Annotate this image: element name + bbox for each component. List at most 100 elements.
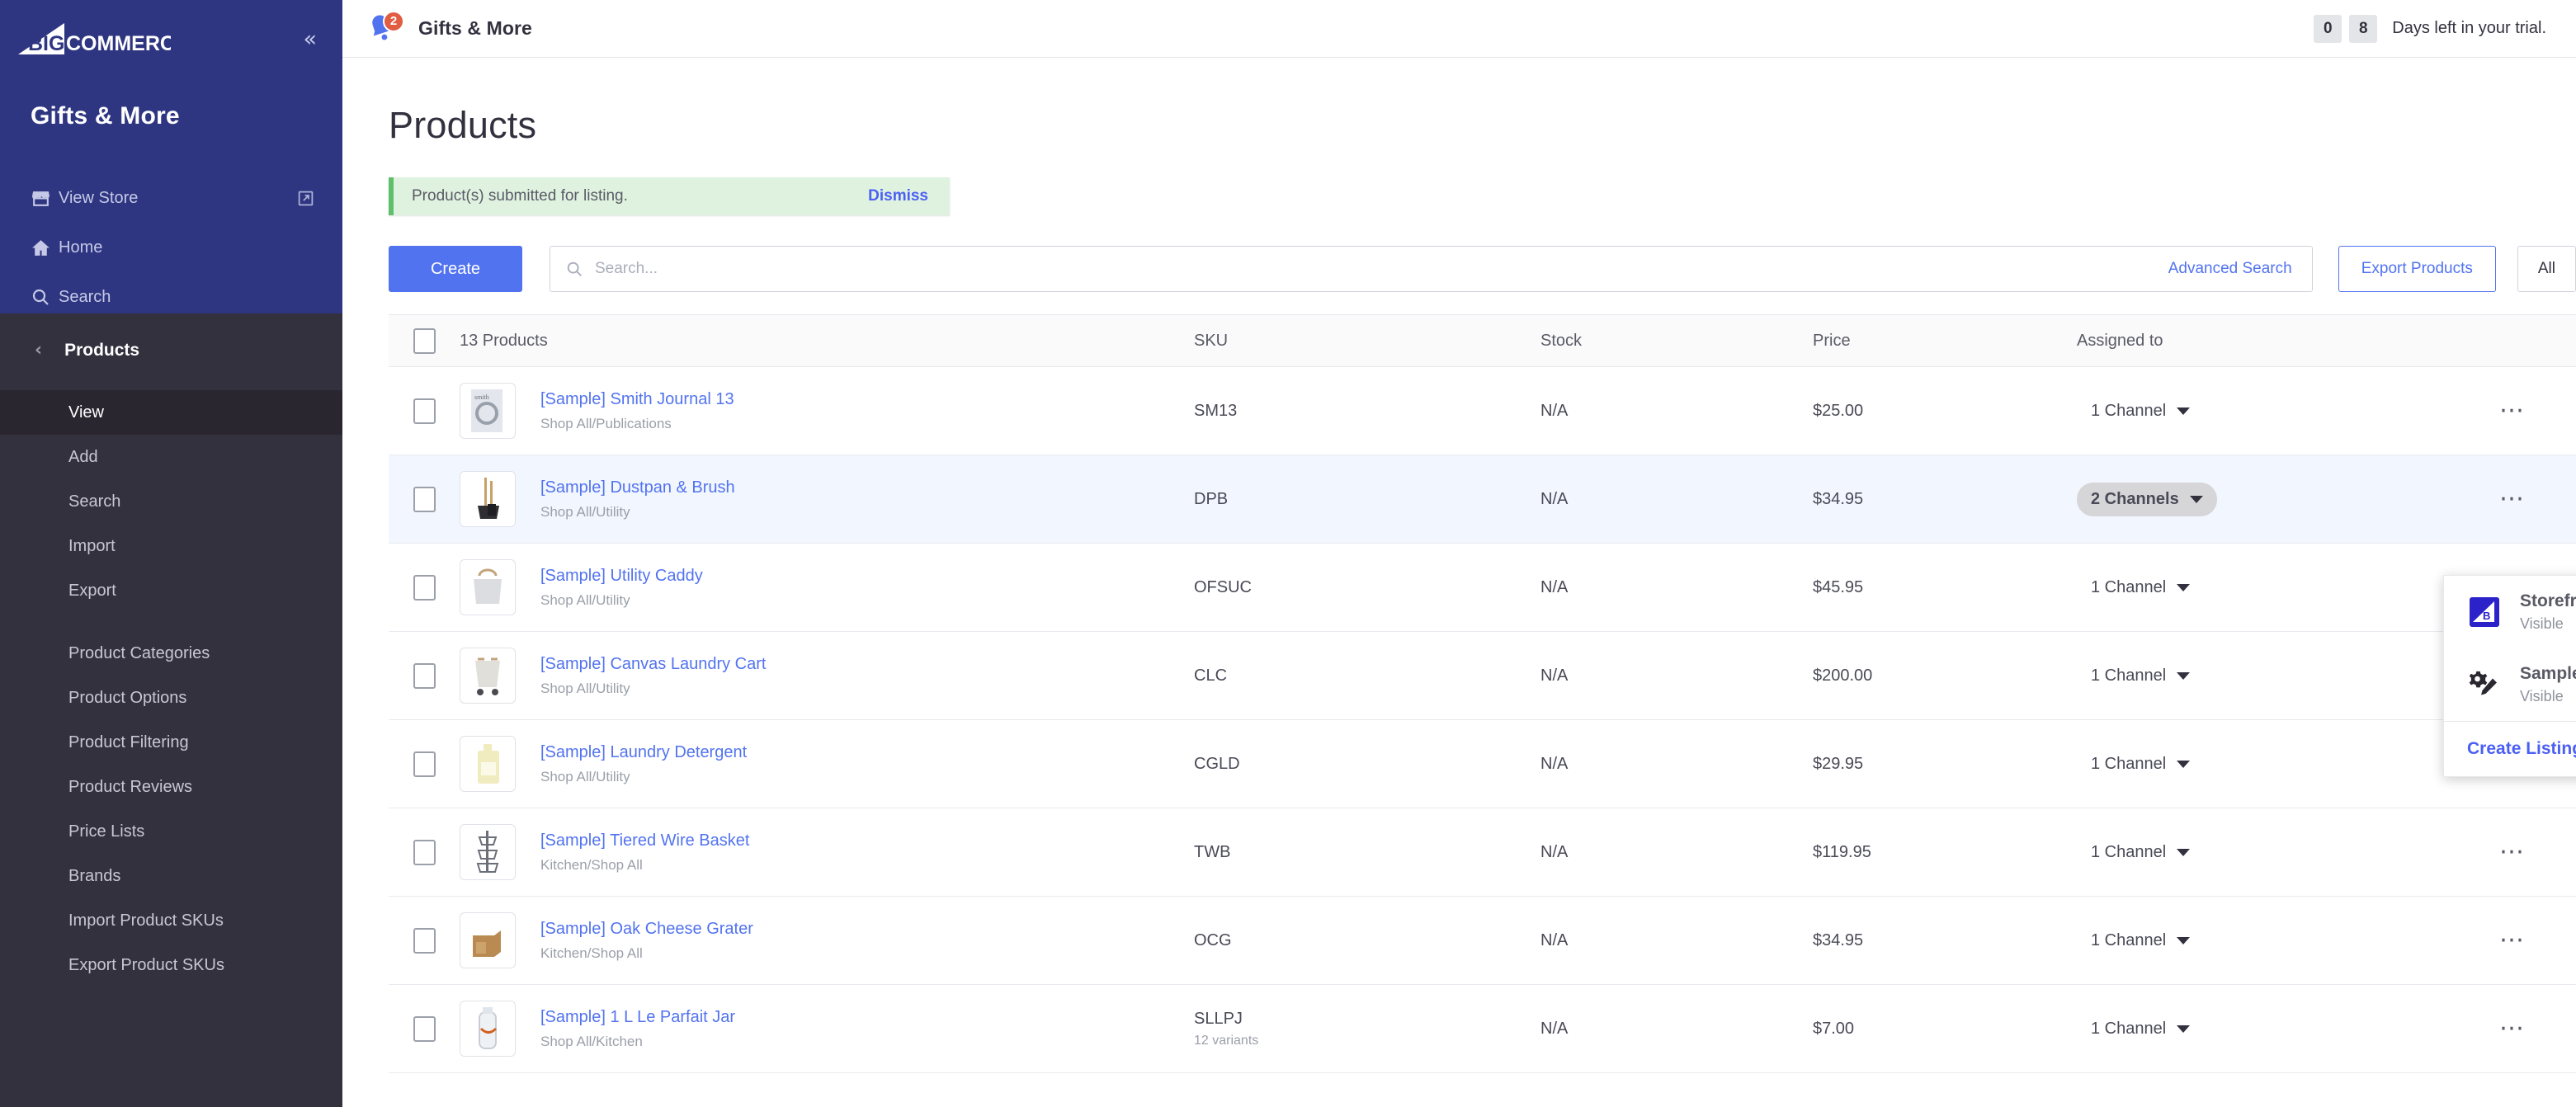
alert-dismiss-button[interactable]: Dismiss (868, 187, 928, 205)
sidebar-item-brands[interactable]: Brands (0, 854, 342, 898)
sidebar-item-view-store[interactable]: View Store (0, 173, 342, 223)
row-select-cell (389, 927, 460, 954)
row-actions-menu-icon[interactable]: ⋯ (2499, 487, 2526, 511)
product-name-link[interactable]: [Sample] Tiered Wire Basket (540, 831, 749, 851)
create-button[interactable]: Create (389, 246, 522, 292)
price-value: $25.00 (1813, 401, 1864, 420)
column-header-assigned-to: Assigned to (2077, 331, 2163, 350)
sidebar-collapse-icon[interactable]: « (300, 28, 318, 50)
channels-dropdown-toggle[interactable]: 1 Channel (2077, 571, 2204, 605)
dropdown-item-storefront[interactable]: B Storefront Visible (2444, 576, 2576, 648)
row-checkbox[interactable] (413, 486, 436, 512)
sidebar-item-export-product-skus[interactable]: Export Product SKUs (0, 943, 342, 987)
row-checkbox[interactable] (413, 662, 436, 689)
sku-cell: OFSUC (1194, 578, 1540, 597)
svg-text:BIG: BIG (28, 32, 64, 55)
row-checkbox[interactable] (413, 574, 436, 601)
sidebar-subnav-group-1: View Add Search Import Export (0, 390, 342, 613)
row-checkbox[interactable] (413, 839, 436, 865)
row-actions-menu-icon[interactable]: ⋯ (2499, 398, 2526, 423)
row-select-cell (389, 1015, 460, 1042)
sidebar-item-import-product-skus[interactable]: Import Product SKUs (0, 898, 342, 943)
channels-dropdown-toggle[interactable]: 1 Channel (2077, 747, 2204, 781)
price-value: $119.95 (1813, 842, 1871, 861)
channels-dropdown-toggle[interactable]: 1 Channel (2077, 1012, 2204, 1046)
channels-label: 1 Channel (2091, 666, 2167, 685)
row-checkbox[interactable] (413, 1015, 436, 1042)
product-name-link[interactable]: [Sample] Utility Caddy (540, 566, 703, 586)
sidebar-item-product-options[interactable]: Product Options (0, 676, 342, 720)
stock-value: N/A (1540, 754, 1569, 773)
sidebar-item-product-categories[interactable]: Product Categories (0, 631, 342, 676)
advanced-search-link[interactable]: Advanced Search (2168, 260, 2297, 278)
sidebar-item-product-filtering[interactable]: Product Filtering (0, 720, 342, 765)
sku-value: TWB (1194, 842, 1231, 861)
product-name-link[interactable]: [Sample] Smith Journal 13 (540, 389, 734, 410)
sidebar-item-product-reviews[interactable]: Product Reviews (0, 765, 342, 809)
assigned-to-cell: 1 Channel (2077, 659, 2489, 693)
row-checkbox[interactable] (413, 751, 436, 777)
sku-value: OFSUC (1194, 577, 1252, 596)
sidebar-item-export[interactable]: Export (0, 568, 342, 613)
channels-dropdown-toggle[interactable]: 1 Channel (2077, 394, 2204, 428)
product-name-link[interactable]: [Sample] Dustpan & Brush (540, 478, 735, 498)
chevron-down-icon (2177, 760, 2191, 768)
dropdown-item-text: Sample POS Visible (2520, 664, 2576, 705)
assigned-to-cell: 1 Channel (2077, 571, 2489, 605)
sku-value: OCG (1194, 930, 1232, 949)
table-row: [Sample] Laundry Detergent Shop All/Utili… (389, 720, 2576, 808)
channels-dropdown-toggle[interactable]: 1 Channel (2077, 836, 2204, 869)
row-actions-menu-icon[interactable]: ⋯ (2499, 840, 2526, 864)
filter-select[interactable]: All (2517, 246, 2576, 292)
channels-dropdown-toggle[interactable]: 1 Channel (2077, 924, 2204, 958)
chevron-down-icon (2177, 407, 2191, 415)
channels-label: 1 Channel (2091, 401, 2167, 420)
sidebar-header: BIG COMMERCE « Gifts & More View Store (0, 0, 342, 313)
search-icon (31, 287, 59, 307)
notification-bell-button[interactable]: 2 (364, 10, 405, 48)
sidebar-item-price-lists[interactable]: Price Lists (0, 809, 342, 854)
assigned-to-cell: 1 Channel (2077, 836, 2489, 869)
row-checkbox[interactable] (413, 927, 436, 954)
dropdown-item-sample-pos[interactable]: Sample POS Visible (2444, 648, 2576, 721)
sidebar-item-import[interactable]: Import (0, 524, 342, 568)
row-select-cell (389, 574, 460, 601)
sidebar-item-search-products[interactable]: Search (0, 479, 342, 524)
channels-dropdown-toggle[interactable]: 2 Channels (2077, 482, 2217, 516)
sidebar-item-add[interactable]: Add (0, 435, 342, 479)
row-actions-menu-icon[interactable]: ⋯ (2499, 928, 2526, 953)
product-name-link[interactable]: [Sample] 1 L Le Parfait Jar (540, 1007, 735, 1028)
product-text: [Sample] Tiered Wire Basket Kitchen/Shop … (540, 831, 749, 874)
sidebar-item-label: Search (59, 287, 111, 306)
product-category: Shop All/Utility (540, 769, 630, 784)
product-name-link[interactable]: [Sample] Canvas Laundry Cart (540, 654, 766, 675)
svg-text:smith: smith (474, 393, 489, 401)
sidebar-item-search[interactable]: Search (0, 272, 342, 322)
stock-value: N/A (1540, 930, 1569, 949)
channels-label: 1 Channel (2091, 754, 2167, 773)
sku-cell: CGLD (1194, 755, 1540, 774)
chevron-down-icon (2177, 671, 2191, 680)
channels-dropdown-toggle[interactable]: 1 Channel (2077, 659, 2204, 693)
search-input[interactable] (594, 260, 2168, 278)
sidebar-item-view[interactable]: View (0, 390, 342, 435)
product-name-link[interactable]: [Sample] Oak Cheese Grater (540, 919, 753, 940)
price-value: $34.95 (1813, 489, 1864, 508)
notification-badge: 2 (383, 10, 404, 32)
product-thumbnail-icon (460, 736, 516, 792)
product-name-link[interactable]: [Sample] Laundry Detergent (540, 742, 747, 763)
pos-gear-pencil-icon (2467, 667, 2502, 702)
select-all-checkbox[interactable] (413, 327, 436, 354)
row-actions-cell: ⋯ (2489, 398, 2576, 423)
trial-digit-ones: 8 (2349, 14, 2378, 43)
sidebar: BIG COMMERCE « Gifts & More View Store (0, 0, 342, 1107)
product-thumbnail-icon (460, 559, 516, 615)
row-checkbox[interactable] (413, 398, 436, 424)
sidebar-item-home[interactable]: Home (0, 223, 342, 272)
sku-value: SLLPJ (1194, 1009, 1243, 1028)
product-thumbnail-icon (460, 824, 516, 880)
export-products-button[interactable]: Export Products (2338, 246, 2496, 292)
create-listing-link[interactable]: Create Listing (2444, 722, 2576, 776)
row-actions-menu-icon[interactable]: ⋯ (2499, 1016, 2526, 1041)
search-box[interactable]: Advanced Search (549, 246, 2313, 292)
